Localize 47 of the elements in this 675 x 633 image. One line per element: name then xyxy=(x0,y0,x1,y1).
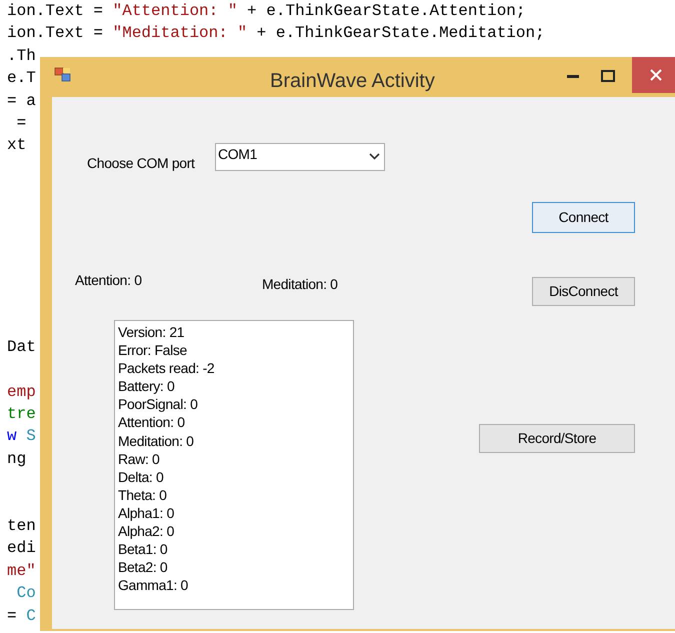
app-icon xyxy=(54,67,72,83)
reading-item: Delta: 0 xyxy=(118,468,164,486)
reading-item: Beta1: 0 xyxy=(118,540,168,558)
code-line: xt xyxy=(7,136,26,154)
com-port-label: Choose COM port xyxy=(87,154,195,173)
reading-item: Battery: 0 xyxy=(118,377,176,396)
code-line: Dat xyxy=(7,338,36,356)
reading-item: PoorSignal: 0 xyxy=(118,395,199,414)
code-line: Co xyxy=(16,584,36,602)
chevron-down-icon xyxy=(369,153,380,160)
com-port-dropdown[interactable]: COM1 xyxy=(215,143,385,171)
attention-label: Attention: 0 xyxy=(75,271,142,290)
close-icon xyxy=(650,69,662,81)
code-line: edi xyxy=(7,539,36,558)
code-line: .Th xyxy=(7,46,36,65)
reading-item: Beta2: 0 xyxy=(118,558,168,576)
reading-item: Version: 21 xyxy=(118,323,186,342)
reading-item: Error: False xyxy=(118,341,188,360)
reading-item: Attention: 0 xyxy=(118,413,186,432)
window-title: BrainWave Activity xyxy=(270,69,435,94)
code-line: = xyxy=(16,114,28,132)
code-line: w S xyxy=(7,427,36,446)
close-button[interactable] xyxy=(632,57,675,93)
code-line: = C xyxy=(7,606,36,625)
code-line: tre xyxy=(7,405,36,424)
maximize-icon xyxy=(601,70,615,82)
reading-item: Raw: 0 xyxy=(118,450,160,468)
code-line: ten xyxy=(7,516,36,535)
code-line: me" xyxy=(7,562,36,580)
code-line: emp xyxy=(7,382,36,401)
code-line: = a xyxy=(7,92,36,110)
minimize-icon xyxy=(567,74,579,78)
reading-item: Packets read: -2 xyxy=(118,359,216,378)
code-line: e.T xyxy=(7,69,36,88)
code-line: ion.Text = "Meditation: " + e.ThinkGearState.Meditation; xyxy=(7,24,545,42)
reading-item: Alpha1: 0 xyxy=(118,504,176,522)
readings-listbox[interactable]: Version: 21 Error: False Packets read: -2 Battery: 0 PoorSignal: 0 Attention: 0 Meditation: 0 Raw: 0 Delta: 0 Theta: 0 Alpha1: 0 Alpha2: 0 Beta1: 0 Beta2: 0 Gamma1: 0 xyxy=(114,320,354,610)
meditation-label: Meditation: 0 xyxy=(262,275,338,294)
disconnect-button[interactable]: DisConnect xyxy=(532,277,635,306)
reading-item: Alpha2: 0 xyxy=(118,522,176,540)
reading-item: Theta: 0 xyxy=(118,486,168,504)
reading-item: Gamma1: 0 xyxy=(118,576,189,594)
record-store-button[interactable]: Record/Store xyxy=(479,424,635,453)
code-line: ng xyxy=(7,450,26,468)
reading-item: Meditation: 0 xyxy=(118,432,195,450)
connect-button[interactable]: Connect xyxy=(532,202,635,233)
code-line: ion.Text = "Attention: " + e.ThinkGearState.Attention; xyxy=(7,2,526,20)
